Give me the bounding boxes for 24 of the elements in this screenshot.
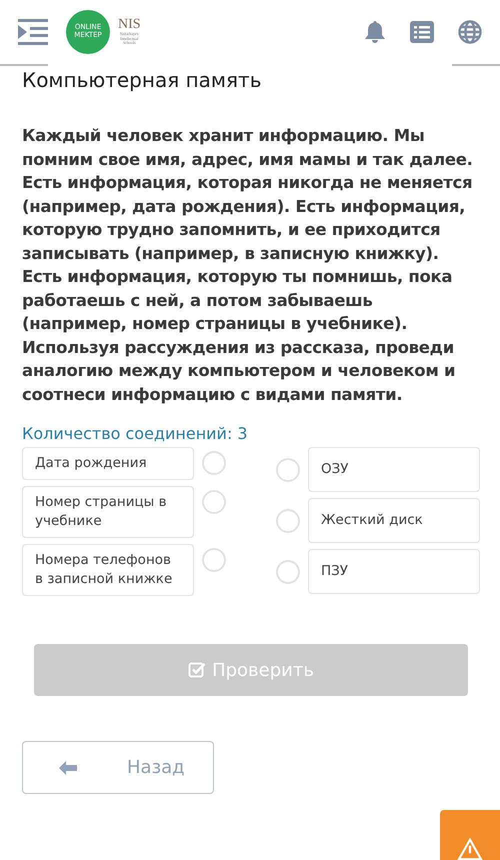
connector-dot[interactable]	[202, 548, 226, 572]
answer-option[interactable]: Дата рождения	[22, 447, 194, 480]
connector-dot[interactable]	[276, 560, 300, 584]
connections-count: Количество соединений: 3	[22, 424, 249, 443]
page-title: Компьютерная память	[22, 68, 262, 92]
answer-option[interactable]: Номер страницы в учебнике	[22, 486, 194, 538]
answer-option[interactable]: Номера телефонов в записной книжке	[22, 544, 194, 596]
answer-option[interactable]: ПЗУ	[308, 549, 480, 594]
question-text: Каждый человек хранит информацию. Мы помним свое имя, адрес, имя мамы и так далее. Есть информация, которая никогда не меняется (например, дата рождения). Есть информация, которую трудно запомнить, и ее приходится записывать (например, в записную книжку). Есть информация, которую ты помнишь, пока работаешь с ней, а потом забываешь (например, номер страницы в учебнике). Используя рассуждения из рассказа, проведи аналогию между компьютером и человеком и соотнеси информацию с видами памяти.	[22, 125, 474, 406]
menu-icon[interactable]	[18, 19, 48, 45]
answer-option[interactable]: ОЗУ	[308, 447, 480, 492]
bell-icon[interactable]	[364, 20, 386, 44]
warning-icon	[455, 838, 485, 860]
list-icon[interactable]	[410, 21, 434, 43]
answer-option[interactable]: Жесткий диск	[308, 498, 480, 543]
connector-dot[interactable]	[276, 458, 300, 482]
arrow-left-icon	[59, 760, 77, 774]
globe-icon[interactable]	[458, 20, 482, 44]
checkbox-icon	[188, 661, 206, 679]
logo-text: NIS	[118, 18, 141, 32]
warning-button[interactable]	[440, 810, 500, 860]
connector-dot[interactable]	[202, 451, 226, 475]
connector-dot[interactable]	[202, 490, 226, 514]
connector-dot[interactable]	[276, 508, 300, 532]
